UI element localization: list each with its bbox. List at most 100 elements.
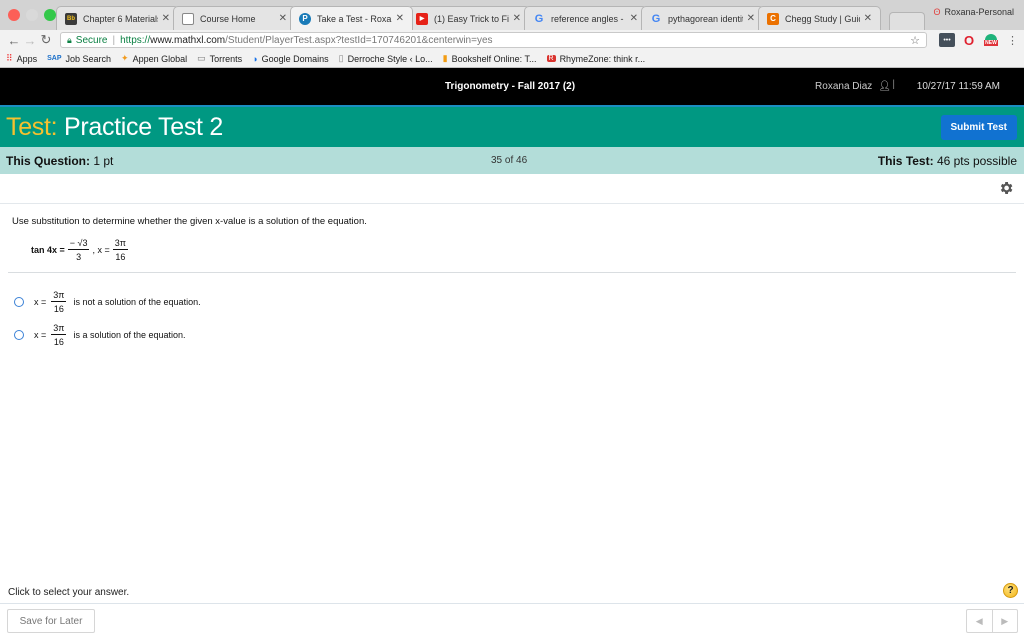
- lock-icon: 🔒︎: [67, 34, 72, 45]
- opera-icon[interactable]: O: [961, 33, 977, 48]
- x-fraction: 3π 16: [112, 238, 128, 262]
- browser-tab[interactable]: G reference angles - G ✕: [524, 6, 647, 30]
- choice-denominator: 16: [53, 303, 64, 314]
- save-for-later-button[interactable]: Save for Later: [7, 609, 95, 633]
- new-badge: NEW: [984, 40, 998, 46]
- browser-tab[interactable]: Course Home ✕: [173, 6, 296, 30]
- header-divider: |: [892, 79, 895, 90]
- close-tab-icon[interactable]: ✕: [279, 13, 287, 24]
- bookmark-star-icon[interactable]: ☆: [910, 34, 920, 47]
- browser-menu-icon[interactable]: ⋮: [1007, 34, 1018, 47]
- previous-question-button[interactable]: ◀: [967, 610, 993, 632]
- minimize-window-button[interactable]: [26, 9, 38, 21]
- browser-tab-strip: Bb Chapter 6 Materials ✕ Course Home ✕ P…: [0, 0, 1024, 30]
- zoom-window-button[interactable]: [44, 9, 56, 21]
- answer-choice[interactable]: x = 3π 16 is not a solution of the equat…: [14, 285, 1024, 318]
- bookmark-bookshelf-online[interactable]: ▮ Bookshelf Online: T...: [443, 53, 537, 64]
- browser-tab[interactable]: ▶ (1) Easy Trick to Find ✕: [407, 6, 530, 30]
- radio-button[interactable]: [14, 296, 24, 307]
- radio-button[interactable]: [14, 329, 24, 340]
- equation: tan 4x = − √3 3 , x = 3π 16: [31, 238, 1012, 262]
- tab-title: Chapter 6 Materials: [83, 13, 158, 24]
- tab-title: reference angles - G: [551, 13, 626, 24]
- google-domains-icon: ◑: [252, 53, 258, 64]
- bookmark-label: Torrents: [209, 53, 243, 64]
- choice-text: is not a solution of the equation.: [73, 296, 201, 307]
- extension-new-icon[interactable]: NEW: [983, 33, 999, 47]
- equation-lhs: tan 4x =: [31, 245, 65, 255]
- bookmark-label: Derroche Style ‹ Lo...: [347, 53, 433, 64]
- bookmark-label: RhymeZone: think r...: [559, 53, 646, 64]
- submit-test-button[interactable]: Submit Test: [940, 115, 1017, 140]
- gear-icon[interactable]: [998, 180, 1014, 196]
- tab-title: pythagorean identiti: [668, 13, 743, 24]
- close-tab-icon[interactable]: ✕: [630, 13, 638, 24]
- profile-name: Roxana-Personal: [944, 7, 1014, 17]
- bookmark-apps[interactable]: ⠿ Apps: [6, 53, 37, 64]
- bookmark-label: Google Domains: [261, 53, 329, 64]
- close-window-button[interactable]: [8, 9, 20, 21]
- bookmark-google-domains[interactable]: ◑ Google Domains: [252, 54, 328, 64]
- answer-choice[interactable]: x = 3π 16 is a solution of the equation.: [14, 318, 1024, 351]
- rhs-numerator: − √3: [67, 238, 90, 250]
- extension-dots-icon[interactable]: •••: [939, 33, 955, 47]
- tab-title: (1) Easy Trick to Find: [434, 13, 509, 24]
- url-input[interactable]: 🔒︎ Secure | https:// www.mathxl.com /Stu…: [60, 32, 927, 48]
- question-prompt: Use substitution to determine whether th…: [12, 216, 367, 227]
- forward-arrow-icon[interactable]: →: [22, 33, 38, 48]
- bookmarks-bar: ⠿ Apps SAP Job Search ✦ Appen Global ▭ Torre…: [0, 50, 1024, 68]
- close-tab-icon[interactable]: ✕: [864, 13, 872, 24]
- question-points-label: This Question:: [6, 154, 90, 168]
- bookmark-label: Apps: [16, 53, 38, 64]
- back-arrow-icon[interactable]: ←: [6, 33, 22, 48]
- question-progress: 35 of 46: [491, 155, 528, 166]
- address-toolbar: ← → ↻ 🔒︎ Secure | https:// www.mathxl.co…: [0, 30, 1024, 50]
- page-icon: [182, 12, 194, 25]
- url-scheme: https://: [120, 34, 151, 46]
- close-tab-icon[interactable]: ✕: [162, 13, 170, 24]
- user-icon: 👤︎: [878, 81, 891, 92]
- next-question-button[interactable]: ▶: [993, 610, 1018, 632]
- reload-icon[interactable]: ↻: [38, 32, 54, 48]
- bookmark-rhymezone[interactable]: R RhymeZone: think r...: [546, 53, 646, 64]
- google-icon: G: [651, 12, 661, 25]
- tab-title: Chegg Study | Guide: [785, 13, 860, 24]
- test-points-label: This Test:: [877, 154, 934, 168]
- bookmark-derroche-style[interactable]: ▯ Derroche Style ‹ Lo...: [339, 53, 433, 64]
- course-header: Trigonometry - Fall 2017 (2) Roxana Diaz…: [0, 68, 1024, 107]
- browser-tab[interactable]: C Chegg Study | Guide ✕: [758, 6, 881, 30]
- bookmark-appen-global[interactable]: ✦ Appen Global: [121, 53, 187, 64]
- question-toolbar: [0, 174, 1024, 204]
- bookmark-job-search[interactable]: SAP Job Search: [47, 54, 111, 64]
- x-denominator: 16: [115, 252, 126, 262]
- profile-button[interactable]: ʘ Roxana-Personal: [933, 7, 1014, 17]
- url-path: /Student/PlayerTest.aspx?testId=17074620…: [225, 34, 493, 46]
- user-info[interactable]: Roxana Diaz 👤︎: [815, 81, 891, 92]
- new-tab-button[interactable]: [889, 12, 925, 30]
- choice-numerator: 3π: [51, 322, 67, 335]
- choice-prefix: x =: [34, 329, 47, 340]
- answer-choices: x = 3π 16 is not a solution of the equat…: [0, 273, 1024, 351]
- close-tab-icon[interactable]: ✕: [396, 13, 404, 24]
- url-separator: |: [112, 34, 116, 46]
- browser-tab[interactable]: Bb Chapter 6 Materials ✕: [56, 6, 179, 30]
- close-tab-icon[interactable]: ✕: [747, 13, 755, 24]
- question-area: Use substitution to determine whether th…: [0, 204, 1024, 262]
- bookshelf-icon: ▮: [442, 53, 448, 63]
- hint-row: Click to select your answer. ?: [0, 582, 1024, 604]
- help-icon[interactable]: ?: [1003, 583, 1018, 598]
- secure-label: Secure: [75, 34, 108, 46]
- bookmark-label: Bookshelf Online: T...: [451, 53, 537, 64]
- choice-text: is a solution of the equation.: [73, 329, 186, 340]
- profile-icon: ʘ: [933, 7, 941, 17]
- close-tab-icon[interactable]: ✕: [513, 13, 521, 24]
- browser-tab[interactable]: G pythagorean identiti ✕: [641, 6, 764, 30]
- blackboard-icon: Bb: [65, 12, 77, 25]
- bookmark-torrents[interactable]: ▭ Torrents: [197, 53, 242, 64]
- window-controls: [8, 9, 56, 21]
- test-label: Test:: [6, 113, 58, 141]
- choice-prefix: x =: [34, 296, 47, 307]
- sap-icon: SAP: [47, 55, 62, 62]
- test-title-bar: Test: Practice Test 2 Submit Test: [0, 107, 1024, 147]
- browser-tab-active[interactable]: P Take a Test - Roxana ✕: [290, 6, 413, 30]
